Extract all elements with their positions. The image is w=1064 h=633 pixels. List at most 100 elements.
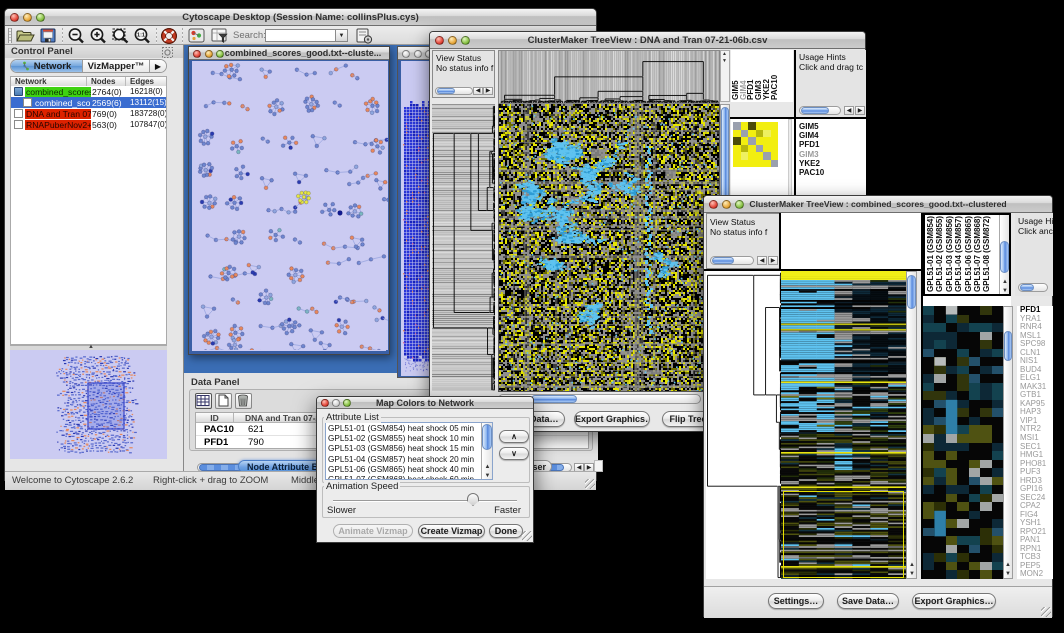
scroll-right-button[interactable]: ▶: [483, 87, 493, 95]
export-graphics-button[interactable]: Export Graphics…: [912, 593, 996, 609]
search-dropdown-button[interactable]: ▼: [336, 29, 348, 42]
tv2-hints-hscroll-thumb[interactable]: [1020, 284, 1034, 291]
vizmapper-icon[interactable]: [187, 27, 206, 45]
scroll-right-button[interactable]: ▶: [855, 106, 865, 115]
tv1-column-dendrogram[interactable]: [498, 50, 720, 104]
zoom-button[interactable]: [343, 399, 351, 407]
create-vizmap-button[interactable]: Create Vizmap: [418, 524, 485, 538]
minimize-button[interactable]: [332, 399, 340, 407]
tab-vizmapper[interactable]: VizMapper™: [83, 60, 149, 72]
close-button[interactable]: [402, 50, 410, 58]
attribute-list-vscroll[interactable]: ▲ ▼: [481, 423, 492, 479]
attribute-list-vscroll-thumb[interactable]: [482, 424, 492, 450]
tv2-vscrollbar[interactable]: ▲ ▼: [906, 271, 917, 579]
scroll-up-icon[interactable]: ▲: [1005, 562, 1011, 568]
scroll-up-icon[interactable]: ▲: [722, 51, 727, 57]
zoom-button[interactable]: [461, 36, 470, 45]
tv1-row-dendrogram[interactable]: [432, 104, 495, 391]
dialog-title-bar[interactable]: Map Colors to Network: [317, 397, 533, 409]
move-down-button[interactable]: ∨: [499, 447, 529, 460]
minimize-button[interactable]: [205, 50, 213, 58]
scroll-down-icon[interactable]: ▼: [1002, 288, 1008, 294]
scroll-left-button[interactable]: ◀: [844, 106, 854, 115]
zoom-in-icon[interactable]: [89, 27, 108, 45]
network-table-row[interactable]: combined_scores2764(0)16218(0): [11, 86, 166, 97]
tab-network[interactable]: Network: [11, 60, 83, 72]
network-table-row[interactable]: DNA and Tran 07769(0)183728(0): [11, 108, 166, 119]
search-input[interactable]: [265, 29, 336, 42]
attribute-list-item[interactable]: GPL51-07 (GSM868) heat shock 60 min: [328, 475, 483, 480]
attribute-list-item[interactable]: GPL51-01 (GSM854) heat shock 05 min: [328, 424, 483, 434]
toolbar-grip[interactable]: [8, 28, 12, 43]
speed-slider-track[interactable]: [333, 500, 517, 502]
tv2-zoom-vscrollbar[interactable]: ▲ ▼: [1003, 306, 1013, 579]
save-data-button[interactable]: Save Data…: [837, 593, 899, 609]
open-file-icon[interactable]: [15, 27, 35, 44]
zoom-out-icon[interactable]: [67, 27, 86, 45]
select-attributes-button[interactable]: [195, 393, 212, 409]
tv2-zoom-heatmap[interactable]: [923, 306, 1003, 579]
tv1-status-hscrollbar[interactable]: [435, 87, 473, 95]
scroll-down-icon[interactable]: ▼: [722, 58, 727, 64]
network-table-row[interactable]: RNAPuberNov2+563(0)107847(0): [11, 119, 166, 130]
tv2-collabels-vscroll[interactable]: ▲ ▼: [999, 215, 1009, 294]
network1-title-bar[interactable]: combined_scores_good.txt--cluste...: [189, 47, 389, 60]
zoom-actual-size-icon[interactable]: 1:1: [133, 27, 152, 45]
close-button[interactable]: [193, 50, 201, 58]
attr-col-id[interactable]: ID: [196, 413, 234, 422]
network-table-row[interactable]: combined_sco2569(6)13112(15): [11, 97, 166, 108]
scroll-up-icon[interactable]: ▲: [1002, 279, 1008, 285]
network1-canvas[interactable]: [192, 61, 388, 350]
tv1-hints-hscroll-thumb[interactable]: [801, 107, 829, 114]
close-button[interactable]: [435, 36, 444, 45]
move-up-button[interactable]: ∧: [499, 430, 529, 443]
settings-button[interactable]: Settings…: [768, 593, 824, 609]
tv2-vscroll-thumb[interactable]: [907, 275, 916, 309]
attribute-list-item[interactable]: GPL51-04 (GSM857) heat shock 20 min: [328, 455, 483, 465]
scroll-up-icon[interactable]: ▲: [485, 464, 491, 470]
close-button[interactable]: [709, 200, 718, 209]
tv2-status-hscrollbar[interactable]: [710, 256, 754, 265]
minimize-button[interactable]: [23, 13, 32, 22]
tv2-resize-grip[interactable]: [1041, 607, 1051, 617]
minimize-button[interactable]: [414, 50, 422, 58]
tv2-status-hscroll-thumb[interactable]: [712, 257, 734, 264]
network-table-column[interactable]: Nodes: [87, 77, 126, 86]
save-session-icon[interactable]: [39, 27, 57, 44]
scroll-right-button[interactable]: ▶: [768, 256, 778, 265]
attribute-list[interactable]: GPL51-01 (GSM854) heat shock 05 minGPL51…: [325, 422, 493, 480]
export-graphics-button[interactable]: Export Graphics…: [574, 411, 650, 427]
close-button[interactable]: [10, 13, 19, 22]
attribute-list-item[interactable]: GPL51-02 (GSM855) heat shock 10 min: [328, 434, 483, 444]
close-button[interactable]: [321, 399, 329, 407]
scroll-down-icon[interactable]: ▼: [485, 473, 491, 479]
attribute-batch-icon[interactable]: [355, 27, 373, 45]
treeview1-title-bar[interactable]: ClusterMaker TreeView : DNA and Tran 07-…: [430, 32, 865, 49]
attr-row-name[interactable]: PAC10: [196, 423, 234, 435]
tv1-label-scroll-strip[interactable]: ▲ ▼: [720, 50, 730, 102]
done-button[interactable]: Done: [489, 524, 523, 538]
network-table-column[interactable]: Network: [11, 77, 87, 86]
scroll-left-button[interactable]: ◀: [757, 256, 767, 265]
tv1-status-hscroll-thumb[interactable]: [437, 88, 455, 94]
scroll-up-icon[interactable]: ▲: [909, 562, 915, 568]
tv2-hints-hscrollbar[interactable]: [1018, 283, 1048, 292]
dialog-resize-grip[interactable]: [522, 531, 532, 541]
attribute-list-item[interactable]: GPL51-06 (GSM865) heat shock 40 min: [328, 465, 483, 475]
tab-overflow-button[interactable]: ▶: [149, 60, 166, 72]
main-title-bar[interactable]: Cytoscape Desktop (Session Name: collins…: [5, 9, 596, 26]
network-table-column[interactable]: Edges: [126, 77, 166, 86]
attribute-list-item[interactable]: GPL51-03 (GSM856) heat shock 15 min: [328, 444, 483, 454]
attr-row-name[interactable]: PFD1: [196, 436, 234, 449]
scroll-down-icon[interactable]: ▼: [909, 571, 915, 577]
tv1-zoom-heatmap[interactable]: [733, 122, 778, 167]
animate-vizmap-button[interactable]: Animate Vizmap: [333, 524, 413, 538]
minimize-button[interactable]: [722, 200, 731, 209]
tv2-zoom-vscroll-thumb[interactable]: [1004, 331, 1012, 361]
zoom-button[interactable]: [36, 13, 45, 22]
scroll-down-icon[interactable]: ▼: [1005, 571, 1011, 577]
tv1-hints-hscrollbar[interactable]: [799, 106, 841, 115]
tv2-collabels-vscroll-thumb[interactable]: [1000, 241, 1009, 273]
create-attribute-button[interactable]: [215, 393, 232, 409]
tv2-row-dendrogram[interactable]: [706, 271, 781, 579]
